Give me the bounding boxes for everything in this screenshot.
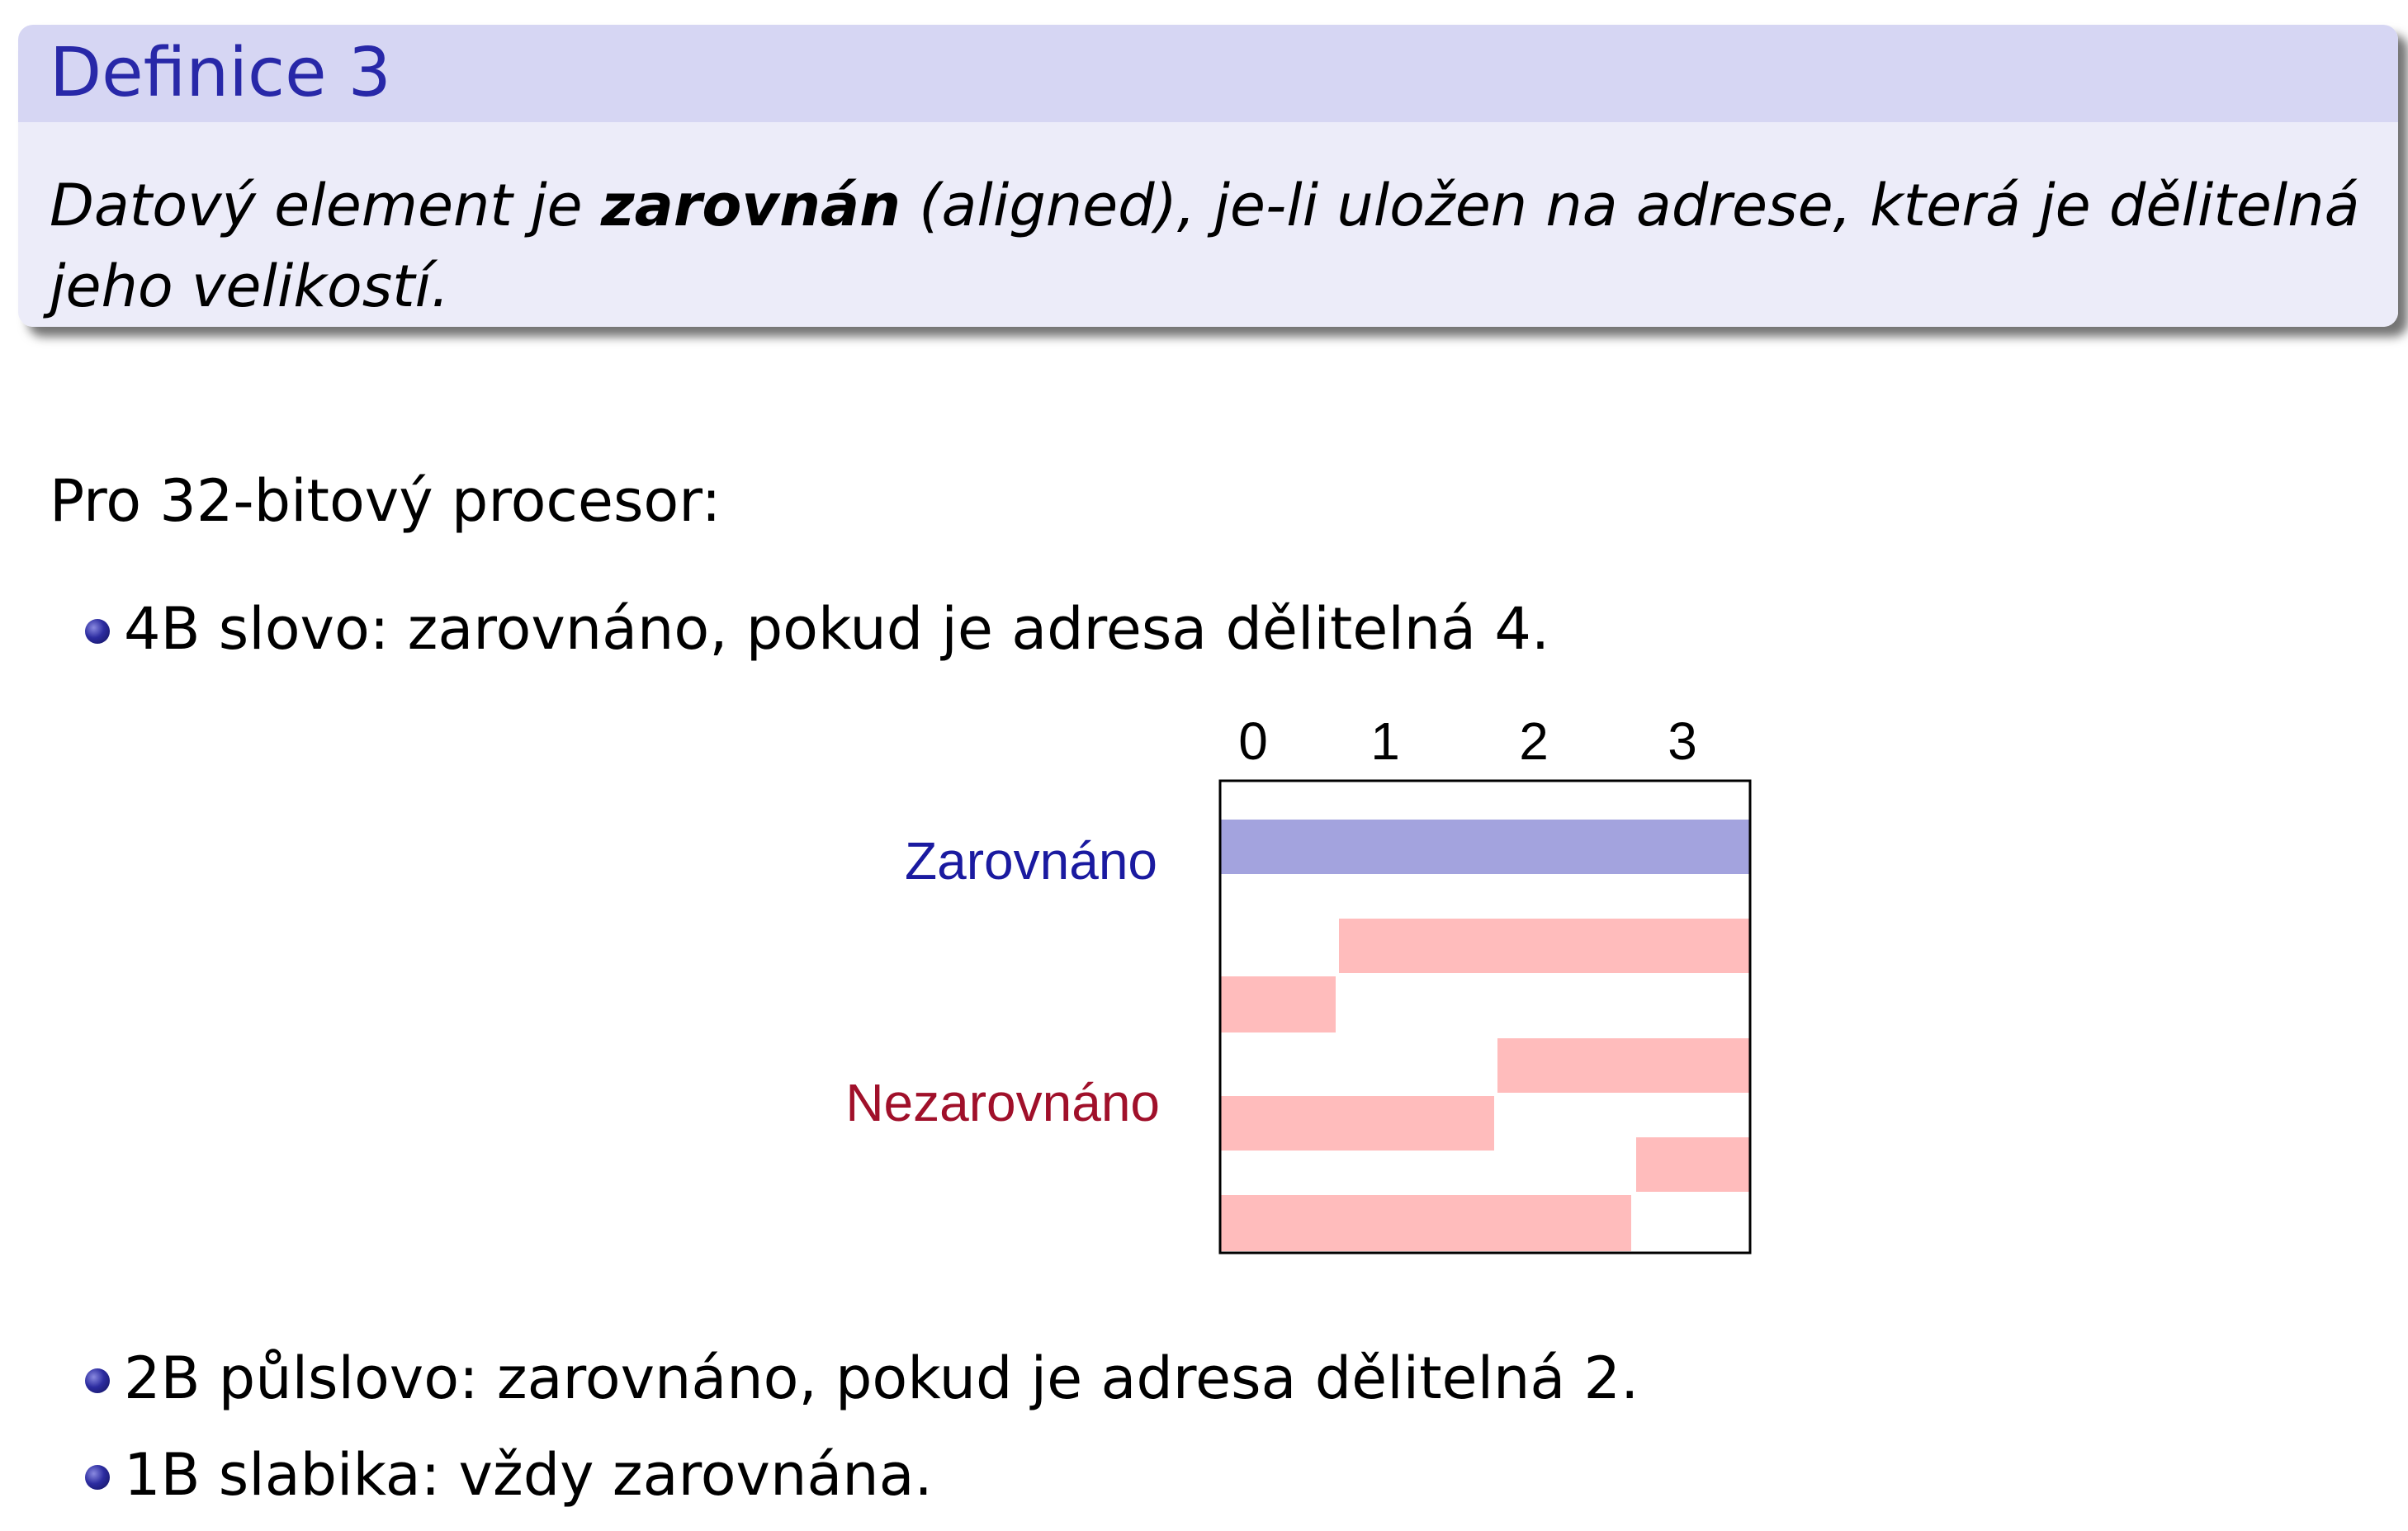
column-label: 2 bbox=[1519, 711, 1549, 771]
column-label: 1 bbox=[1370, 711, 1400, 771]
alignment-diagram: 0 1 2 3 Zarovnáno Nezarovnáno bbox=[845, 711, 1752, 1255]
unaligned-word-bar bbox=[1220, 976, 1336, 1032]
aligned-label: Zarovnáno bbox=[905, 831, 1157, 891]
unaligned-word-bar bbox=[1636, 1137, 1750, 1192]
unaligned-word-bar bbox=[1497, 1038, 1750, 1093]
aligned-word-bar bbox=[1220, 820, 1750, 874]
unaligned-label: Nezarovnáno bbox=[845, 1073, 1160, 1132]
unaligned-word-bar bbox=[1220, 1195, 1631, 1251]
bullet-ball-icon bbox=[85, 1465, 110, 1490]
column-label: 3 bbox=[1668, 711, 1697, 771]
unaligned-word-bar bbox=[1220, 1096, 1494, 1151]
bullet-text: 2B půlslovo: zarovnáno, pokud je adresa … bbox=[124, 1344, 1639, 1412]
unaligned-word-bar bbox=[1339, 919, 1750, 973]
bullet-text: 1B slabika: vždy zarovnána. bbox=[124, 1441, 933, 1509]
bullet-halfword: 2B půlslovo: zarovnáno, pokud je adresa … bbox=[85, 1344, 1639, 1413]
bullet-ball-icon bbox=[85, 1368, 110, 1393]
bullet-byte: 1B slabika: vždy zarovnána. bbox=[85, 1440, 933, 1510]
column-label: 0 bbox=[1238, 711, 1268, 771]
